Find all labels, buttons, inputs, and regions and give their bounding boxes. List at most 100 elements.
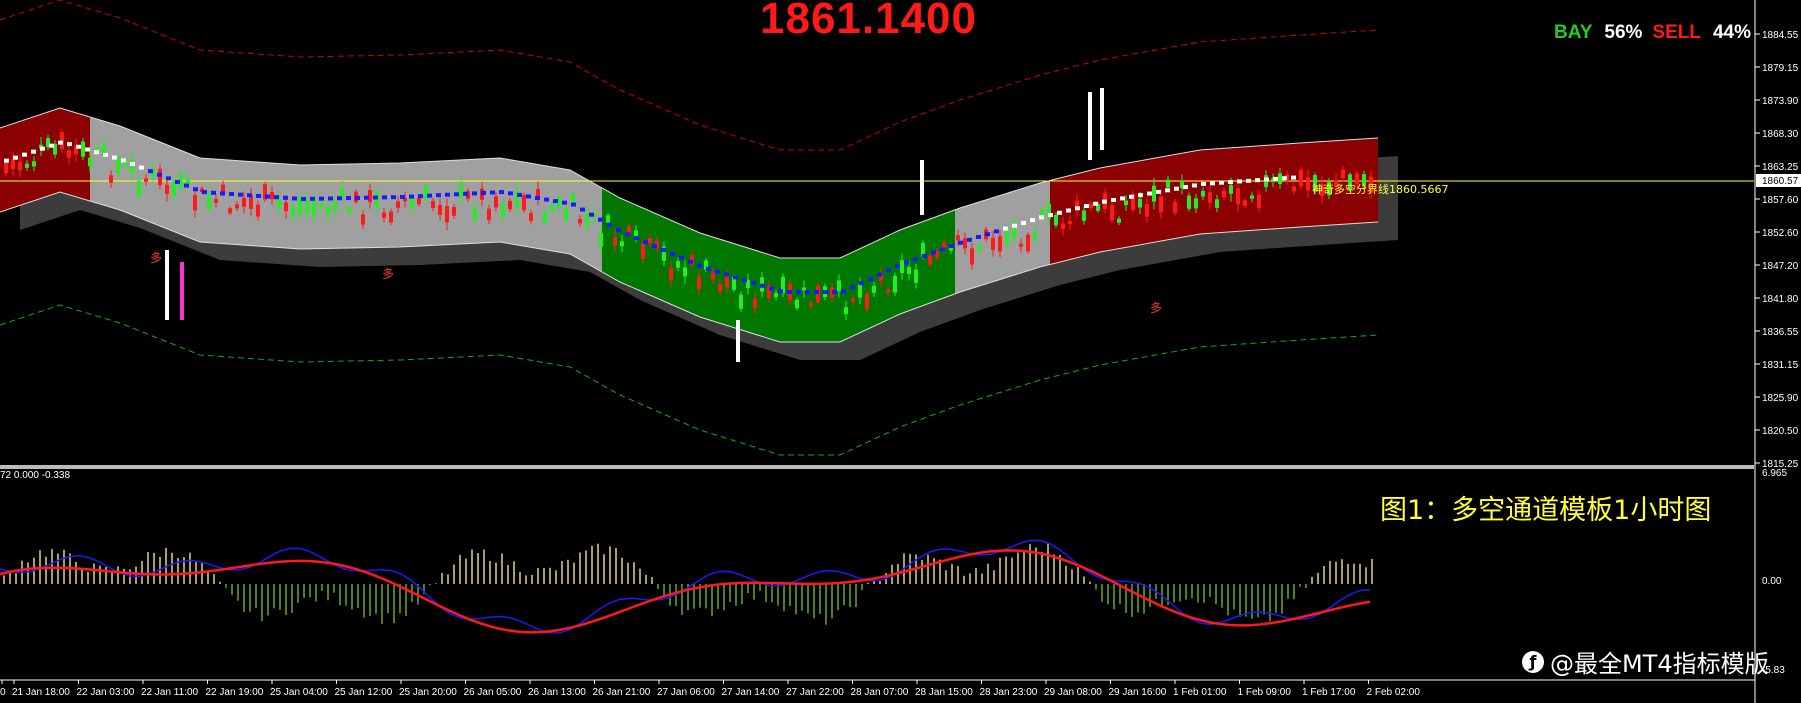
trend-dot	[58, 140, 63, 145]
trend-dot	[985, 232, 990, 237]
candle-body	[928, 255, 932, 265]
oscillator-axis-label: 6.965	[1762, 468, 1787, 479]
trend-dot	[445, 192, 450, 197]
candle-body	[1236, 188, 1240, 205]
candle-body	[193, 195, 197, 211]
candle-body	[914, 269, 918, 283]
time-axis-label: 0	[0, 687, 6, 698]
price-axis-label: 1852.60	[1762, 228, 1799, 239]
candle-body	[1215, 199, 1219, 208]
spike-bar	[736, 320, 740, 362]
trend-dot	[418, 194, 423, 199]
spike-bar	[180, 262, 184, 320]
candle-body	[137, 180, 141, 196]
candle-body	[1243, 200, 1247, 206]
candle-body	[1299, 169, 1303, 187]
trend-dot	[1210, 181, 1215, 186]
candle-body	[445, 206, 449, 223]
trend-dot	[535, 196, 540, 200]
trend-dot	[1075, 206, 1080, 211]
trend-dot	[1093, 201, 1098, 206]
candle-body	[417, 198, 421, 205]
spike-bar	[1088, 92, 1092, 160]
trend-dot	[67, 142, 72, 147]
candle-body	[1208, 192, 1212, 203]
trend-dot	[193, 187, 198, 192]
time-axis-label: 27 Jan 14:00	[722, 687, 780, 698]
price-axis-label: 1873.90	[1762, 96, 1799, 107]
price-axis-label: 1825.90	[1762, 393, 1799, 404]
trend-dot	[742, 278, 747, 283]
candle-body	[452, 206, 456, 216]
trend-dot	[436, 193, 441, 198]
time-axis-label: 22 Jan 03:00	[77, 687, 135, 698]
trend-dot	[1165, 188, 1170, 193]
candle-body	[256, 204, 260, 217]
candle-body	[844, 307, 848, 315]
pivot-line-label: 神奇多空分界线1860.5667	[1312, 183, 1449, 196]
candle-body	[529, 213, 533, 221]
candle-body	[1250, 195, 1254, 199]
upper-outer-band	[0, 0, 1379, 151]
candle-body	[893, 275, 897, 293]
trend-dot	[544, 197, 549, 202]
trend-dot	[382, 195, 387, 200]
trend-dot	[841, 289, 846, 294]
time-axis-label: 21 Jan 18:00	[12, 687, 70, 698]
time-axis-label: 22 Jan 19:00	[206, 687, 264, 698]
candle-body	[382, 212, 386, 218]
trend-dot	[319, 196, 324, 201]
candle-body	[242, 198, 246, 207]
trend-dot	[526, 194, 531, 199]
candle-body	[1173, 201, 1177, 213]
duo-marker: 多	[1150, 301, 1162, 315]
candle-body	[641, 242, 645, 260]
candle-body	[578, 218, 582, 224]
current-price-tag-text: 1860.57	[1762, 176, 1799, 187]
candle-body	[214, 199, 218, 203]
candle-body	[25, 163, 29, 168]
candle-body	[711, 272, 715, 280]
candle-body	[109, 175, 113, 183]
trend-dot	[1048, 213, 1053, 217]
candle-body	[774, 293, 778, 298]
trend-dot	[31, 149, 36, 154]
trend-dot	[877, 272, 882, 277]
candle-body	[669, 267, 673, 281]
candle-body	[963, 238, 967, 249]
candle-body	[1201, 191, 1205, 197]
trend-dot	[562, 200, 567, 205]
price-axis-label: 1868.30	[1762, 129, 1799, 140]
trend-dot	[832, 290, 837, 294]
trend-dot	[148, 169, 153, 174]
trend-dot	[1021, 220, 1026, 225]
price-axis-label: 1884.55	[1762, 30, 1799, 41]
time-axis-label: 28 Jan 23:00	[980, 687, 1038, 698]
trend-dot	[499, 190, 504, 195]
candle-body	[1117, 218, 1121, 223]
oscillator-info: 72 0.000 -0.338	[0, 470, 71, 481]
trend-dot	[1120, 196, 1125, 201]
candle-body	[249, 195, 253, 209]
time-axis-label: 29 Jan 08:00	[1044, 687, 1102, 698]
trend-dot	[508, 191, 513, 196]
trend-dot	[4, 158, 9, 163]
trend-dot	[517, 192, 522, 197]
trend-dot	[346, 196, 351, 201]
candle-body	[32, 161, 36, 167]
spike-bar	[1100, 88, 1104, 150]
candle-body	[459, 184, 463, 198]
trend-dot	[166, 176, 171, 181]
trend-dot	[184, 183, 189, 188]
trend-dot	[1237, 179, 1242, 184]
trend-dot	[1039, 215, 1044, 220]
candle-body	[291, 206, 295, 217]
candle-body	[340, 188, 344, 197]
bay-label: BAY	[1554, 22, 1593, 43]
trend-dot	[1219, 180, 1224, 185]
trend-dot	[1264, 177, 1269, 182]
trend-dot	[247, 193, 252, 198]
trend-dot	[1129, 194, 1134, 199]
trend-dot	[751, 280, 756, 285]
candle-body	[438, 205, 442, 215]
